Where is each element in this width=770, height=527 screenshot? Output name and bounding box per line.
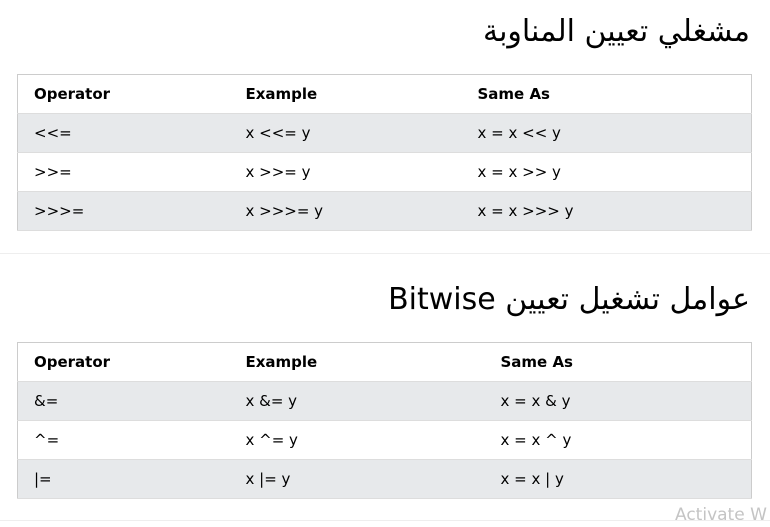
table-row: <<= x <<= y x = x << y [17, 113, 752, 153]
column-header-operator: Operator [17, 74, 230, 114]
table-row: >>= x >>= y x = x >> y [17, 152, 752, 192]
operator-cell: |= [17, 459, 230, 499]
table-row: &= x &= y x = x & y [17, 381, 752, 421]
activation-watermark: Activate W [675, 505, 767, 525]
operator-cell: <<= [17, 113, 230, 153]
same-as-cell: x = x << y [461, 113, 752, 153]
same-as-cell: x = x >>> y [461, 191, 752, 231]
example-cell: x >>>= y [229, 191, 462, 231]
shift-assignment-table: Operator Example Same As <<= x <<= y x =… [17, 74, 752, 231]
same-as-cell: x = x & y [484, 381, 752, 421]
table-row: |= x |= y x = x | y [17, 459, 752, 499]
operator-cell: &= [17, 381, 230, 421]
column-header-same-as: Same As [484, 342, 752, 382]
column-header-same-as: Same As [461, 74, 752, 114]
example-cell: x >>= y [229, 152, 462, 192]
table-row: ^= x ^= y x = x ^ y [17, 420, 752, 460]
table-header-row: Operator Example Same As [17, 342, 752, 382]
section-divider [0, 253, 770, 254]
section-title-bitwise-assignment: عوامل تشغيل تعيين Bitwise [388, 282, 750, 317]
same-as-cell: x = x >> y [461, 152, 752, 192]
section-divider [0, 520, 770, 521]
example-cell: x ^= y [229, 420, 485, 460]
section-title-shift-assignment: مشغلي تعيين المناوبة [482, 14, 750, 49]
operator-cell: >>= [17, 152, 230, 192]
example-cell: x &= y [229, 381, 485, 421]
same-as-cell: x = x ^ y [484, 420, 752, 460]
column-header-operator: Operator [17, 342, 230, 382]
bitwise-assignment-table: Operator Example Same As &= x &= y x = x… [17, 342, 752, 499]
table-header-row: Operator Example Same As [17, 74, 752, 114]
operator-cell: >>>= [17, 191, 230, 231]
table-row: >>>= x >>>= y x = x >>> y [17, 191, 752, 231]
same-as-cell: x = x | y [484, 459, 752, 499]
example-cell: x |= y [229, 459, 485, 499]
example-cell: x <<= y [229, 113, 462, 153]
operator-cell: ^= [17, 420, 230, 460]
column-header-example: Example [229, 342, 485, 382]
column-header-example: Example [229, 74, 462, 114]
